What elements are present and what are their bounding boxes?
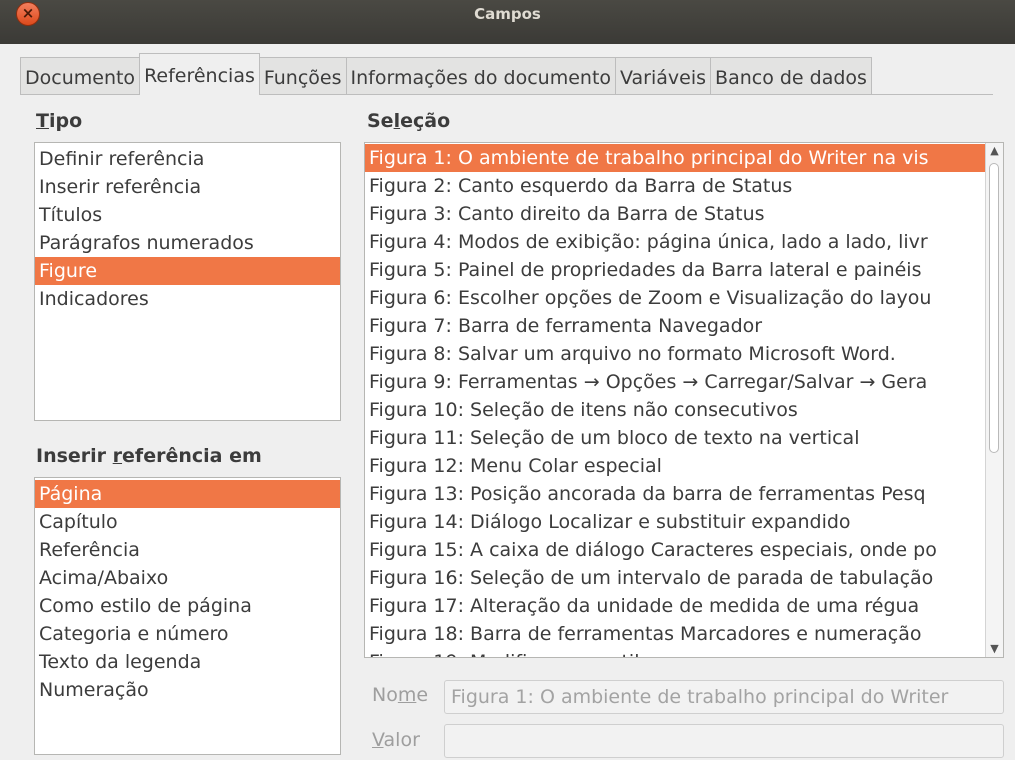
inserir-item-categoria-numero[interactable]: Categoria e número [35,620,340,648]
tab-referencias[interactable]: Referências [139,53,260,95]
inserir-item-capitulo[interactable]: Capítulo [35,508,340,536]
nome-field[interactable]: Figura 1: O ambiente de trabalho princip… [444,680,1004,714]
inserir-item-acima-abaixo[interactable]: Acima/Abaixo [35,564,340,592]
selecao-item-figura-18[interactable]: Figura 18: Barra de ferramentas Marcador… [365,620,985,648]
title-bar: × Campos [0,0,1015,44]
selecao-list[interactable]: Figura 1: O ambiente de trabalho princip… [364,142,1004,658]
window-title: Campos [474,5,541,23]
tab-bar: Documento Referências Funções Informaçõe… [20,53,872,95]
selecao-item-figura-3[interactable]: Figura 3: Canto direito da Barra de Stat… [365,200,985,228]
scroll-up-icon[interactable]: ▲ [988,144,1001,158]
selecao-scrollbar[interactable]: ▲ ▼ [985,143,1003,657]
tab-documento[interactable]: Documento [20,57,141,95]
tab-variaveis[interactable]: Variáveis [615,57,712,95]
selecao-item-figura-19[interactable]: Figura 19: Modificar um estilo [365,648,985,657]
inserir-item-estilo-pagina[interactable]: Como estilo de página [35,592,340,620]
selecao-item-figura-15[interactable]: Figura 15: A caixa de diálogo Caracteres… [365,536,985,564]
tipo-item-titulos[interactable]: Títulos [35,201,340,229]
inserir-item-texto-legenda[interactable]: Texto da legenda [35,648,340,676]
tipo-item-figure[interactable]: Figure [35,257,340,285]
selecao-item-figura-6[interactable]: Figura 6: Escolher opções de Zoom e Visu… [365,284,985,312]
selecao-item-figura-14[interactable]: Figura 14: Diálogo Localizar e substitui… [365,508,985,536]
selecao-item-figura-4[interactable]: Figura 4: Modos de exibição: página únic… [365,228,985,256]
tab-informacoes-documento[interactable]: Informações do documento [345,57,617,95]
tipo-item-inserir-referencia[interactable]: Inserir referência [35,173,340,201]
nome-label: Nome [372,684,429,706]
selecao-item-figura-13[interactable]: Figura 13: Posição ancorada da barra de … [365,480,985,508]
selecao-item-figura-17[interactable]: Figura 17: Alteração da unidade de medid… [365,592,985,620]
selecao-item-figura-11[interactable]: Figura 11: Seleção de um bloco de texto … [365,424,985,452]
selecao-item-figura-7[interactable]: Figura 7: Barra de ferramenta Navegador [365,312,985,340]
scroll-down-icon[interactable]: ▼ [988,642,1001,656]
selecao-item-figura-1[interactable]: Figura 1: O ambiente de trabalho princip… [365,144,985,172]
selecao-item-figura-10[interactable]: Figura 10: Seleção de itens não consecut… [365,396,985,424]
inserir-item-pagina[interactable]: Página [35,480,340,508]
tipo-item-indicadores[interactable]: Indicadores [35,285,340,313]
inserir-item-referencia[interactable]: Referência [35,536,340,564]
inserir-referencia-label: Inserir referência em [36,445,262,467]
tab-funcoes[interactable]: Funções [258,57,347,95]
inserir-referencia-list[interactable]: Página Capítulo Referência Acima/Abaixo … [34,477,341,755]
tipo-item-paragrafos-numerados[interactable]: Parágrafos numerados [35,229,340,257]
valor-field[interactable] [444,724,1004,758]
selecao-item-figura-2[interactable]: Figura 2: Canto esquerdo da Barra de Sta… [365,172,985,200]
valor-label: Valor [372,729,420,751]
tipo-label: Tipo [36,110,83,132]
tab-banco-de-dados[interactable]: Banco de dados [710,57,872,95]
selecao-item-figura-9[interactable]: Figura 9: Ferramentas → Opções → Carrega… [365,368,985,396]
tipo-list[interactable]: Definir referência Inserir referência Tí… [34,142,341,421]
tipo-item-definir-referencia[interactable]: Definir referência [35,145,340,173]
inserir-item-numeracao[interactable]: Numeração [35,676,340,704]
selecao-item-figura-16[interactable]: Figura 16: Seleção de um intervalo de pa… [365,564,985,592]
scrollbar-thumb[interactable] [989,163,999,453]
selecao-item-figura-5[interactable]: Figura 5: Painel de propriedades da Barr… [365,256,985,284]
selecao-label: Seleção [367,110,451,132]
selecao-item-figura-8[interactable]: Figura 8: Salvar um arquivo no formato M… [365,340,985,368]
selecao-item-figura-12[interactable]: Figura 12: Menu Colar especial [365,452,985,480]
